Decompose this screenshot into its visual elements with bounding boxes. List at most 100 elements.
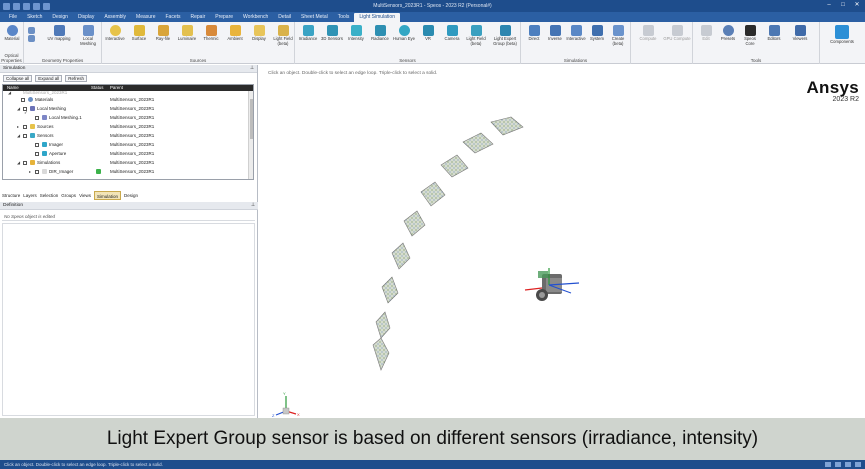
tree-row[interactable]: ▸ Sources MultiSensors_2023R1: [3, 122, 249, 131]
tab-selection[interactable]: Selection: [40, 191, 59, 200]
viewers-button[interactable]: Viewers: [789, 25, 811, 42]
redo-icon[interactable]: [43, 2, 50, 10]
tab-workbench[interactable]: Workbench: [238, 13, 273, 22]
tab-sheet-metal[interactable]: Sheet Metal: [296, 13, 333, 22]
tab-file[interactable]: File: [4, 13, 22, 22]
maximize-icon[interactable]: □: [837, 1, 849, 10]
status-icon[interactable]: [855, 462, 861, 467]
tree-row[interactable]: ◢ ✓ Local Meshing MultiSensors_2023R1: [3, 104, 249, 115]
sensor-light-field-button[interactable]: Light Field (beta): [465, 25, 487, 46]
tab-views[interactable]: Views: [79, 191, 91, 200]
tab-simulation[interactable]: Simulation: [94, 191, 122, 200]
sensor-human-eye-button[interactable]: Human Eye: [393, 25, 415, 42]
refresh-button[interactable]: Refresh: [65, 75, 88, 82]
close-icon[interactable]: ✕: [851, 1, 863, 10]
source-rayfile-button[interactable]: Ray-file: [152, 25, 174, 42]
sim-direct-button[interactable]: Direct: [523, 25, 545, 42]
presets-button[interactable]: Presets: [717, 25, 739, 42]
sim-interactive-button[interactable]: Interactive: [565, 25, 587, 42]
light-expert-group-button[interactable]: Light Expert Group (beta): [491, 25, 519, 46]
visibility-checkbox[interactable]: [35, 169, 39, 174]
sensor-patch[interactable]: [372, 337, 390, 371]
scrollbar-thumb[interactable]: [250, 99, 253, 139]
components-button[interactable]: Components: [825, 25, 859, 45]
tab-detail[interactable]: Detail: [273, 13, 296, 22]
sensor-patch[interactable]: [403, 210, 426, 237]
source-light-field-button[interactable]: Light Field (beta): [272, 25, 294, 46]
tree-row[interactable]: Materials MultiSensors_2023R1: [3, 95, 249, 104]
status-icon[interactable]: [825, 462, 831, 467]
uv-mapping-button[interactable]: UV mapping: [46, 25, 72, 42]
tree-row[interactable]: Imager MultiSensors_2023R1: [3, 140, 249, 149]
sensor-intensity-button[interactable]: Intensity: [345, 25, 367, 42]
open-icon[interactable]: [13, 2, 20, 10]
3d-viewport[interactable]: Click an object. Double-click to select …: [259, 65, 865, 418]
expand-all-button[interactable]: Expand all: [35, 75, 63, 82]
visibility-checkbox[interactable]: [35, 142, 39, 147]
visibility-checkbox[interactable]: ✓: [23, 106, 28, 115]
sensor-vr-button[interactable]: VR: [417, 25, 439, 42]
tab-light-simulation[interactable]: Light Simulation: [354, 13, 400, 22]
sensor-camera-button[interactable]: Camera: [441, 25, 463, 42]
tab-sketch[interactable]: Sketch: [22, 13, 47, 22]
sensor-patch[interactable]: [375, 311, 391, 339]
visibility-checkbox[interactable]: [23, 124, 27, 129]
sim-system-button[interactable]: System: [586, 25, 608, 42]
pin-icon[interactable]: ⊥: [250, 65, 254, 73]
app-icon[interactable]: [3, 2, 10, 10]
gpu-compute-button[interactable]: GPU Compute: [663, 25, 691, 42]
tab-groups[interactable]: Groups: [61, 191, 76, 200]
source-interactive-button[interactable]: Interactive: [104, 25, 126, 42]
tree-row[interactable]: Aperture MultiSensors_2023R1: [3, 149, 249, 158]
visibility-checkbox[interactable]: [35, 151, 39, 156]
visibility-checkbox[interactable]: [35, 115, 39, 120]
tab-measure[interactable]: Measure: [131, 13, 160, 22]
source-display-button[interactable]: Display: [248, 25, 270, 42]
tree-scrollbar[interactable]: [248, 91, 253, 179]
tree-row[interactable]: ◢ Simulations MultiSensors_2023R1: [3, 158, 249, 167]
sim-create-button[interactable]: Create (beta): [607, 25, 629, 46]
sensor-patch[interactable]: [391, 242, 411, 270]
sensor-patch[interactable]: [381, 276, 399, 304]
tab-facets[interactable]: Facets: [160, 13, 185, 22]
sim-inverse-button[interactable]: Inverse: [544, 25, 566, 42]
tab-structure[interactable]: Structure: [2, 191, 20, 200]
edit-button[interactable]: Edit: [695, 25, 717, 42]
source-luminaire-button[interactable]: Luminaire: [176, 25, 198, 42]
sensor-patch[interactable]: [490, 116, 524, 136]
pin-icon[interactable]: ⊥: [251, 202, 255, 210]
minimize-icon[interactable]: –: [823, 1, 835, 10]
tab-assembly[interactable]: Assembly: [99, 13, 131, 22]
sensor-patch[interactable]: [420, 181, 446, 207]
compute-button[interactable]: Compute: [635, 25, 661, 42]
status-icon[interactable]: [835, 462, 841, 467]
undo-icon[interactable]: [33, 2, 40, 10]
editors-button[interactable]: Editors: [763, 25, 785, 42]
tab-design-panel[interactable]: Design: [124, 191, 138, 200]
tab-prepare[interactable]: Prepare: [210, 13, 238, 22]
tree-row[interactable]: Local Meshing.1 MultiSensors_2023R1: [3, 113, 249, 122]
speos-core-button[interactable]: Speos Core: [739, 25, 761, 46]
collapse-all-button[interactable]: Collapse all: [3, 75, 33, 82]
material-button[interactable]: Material: [1, 25, 23, 42]
sensor-3d-button[interactable]: 3D Sensors: [321, 25, 343, 42]
save-icon[interactable]: [23, 2, 30, 10]
tab-repair[interactable]: Repair: [186, 13, 211, 22]
tab-design[interactable]: Design: [47, 13, 73, 22]
tree-row[interactable]: ◢ Sensors MultiSensors_2023R1: [3, 131, 249, 140]
visibility-checkbox[interactable]: [23, 160, 27, 165]
visibility-checkbox[interactable]: [23, 133, 27, 138]
tab-display[interactable]: Display: [73, 13, 99, 22]
source-thermic-button[interactable]: Thermic: [200, 25, 222, 42]
sensor-irradiance-button[interactable]: Irradiance: [297, 25, 319, 42]
source-surface-button[interactable]: Surface: [128, 25, 150, 42]
sensor-patch[interactable]: [440, 154, 469, 178]
source-ambient-button[interactable]: Ambient: [224, 25, 246, 42]
camera-object[interactable]: [524, 268, 580, 301]
tab-tools[interactable]: Tools: [333, 13, 355, 22]
tree-row[interactable]: ▸ DIR_Imager MultiSensors_2023R1: [3, 167, 249, 176]
tab-layers[interactable]: Layers: [23, 191, 37, 200]
local-meshing-button[interactable]: Local Meshing: [76, 25, 100, 46]
sensor-radiance-button[interactable]: Radiance: [369, 25, 391, 42]
status-icon[interactable]: [845, 462, 851, 467]
